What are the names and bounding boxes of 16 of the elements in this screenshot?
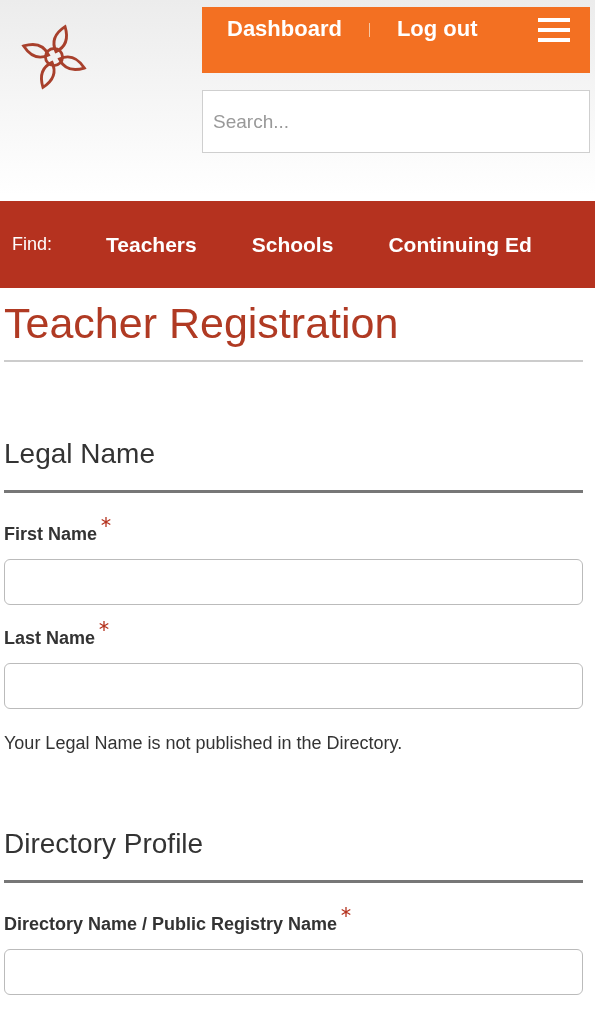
field-label: First Name [4,523,98,545]
field-note: Your Legal Name is not published in the Directory. [4,733,404,754]
find-label: Find: [12,234,53,255]
search-field[interactable]: Search... [202,90,590,153]
text-input-field[interactable] [4,949,583,995]
text-input-field[interactable] [4,663,583,709]
find-link[interactable]: Teachers [106,232,197,257]
field-label: Directory Name / Public Registry Name [4,913,338,935]
field-label: Last Name [4,627,96,649]
menu-icon[interactable] [538,18,570,42]
text-input-field[interactable] [4,559,583,605]
section-title: Legal Name [4,437,156,471]
page-title: Teacher Registration [4,298,400,349]
find-link[interactable]: Continuing Ed [388,232,532,257]
find-link[interactable]: Schools [251,232,334,257]
section-title: Directory Profile [4,827,205,861]
